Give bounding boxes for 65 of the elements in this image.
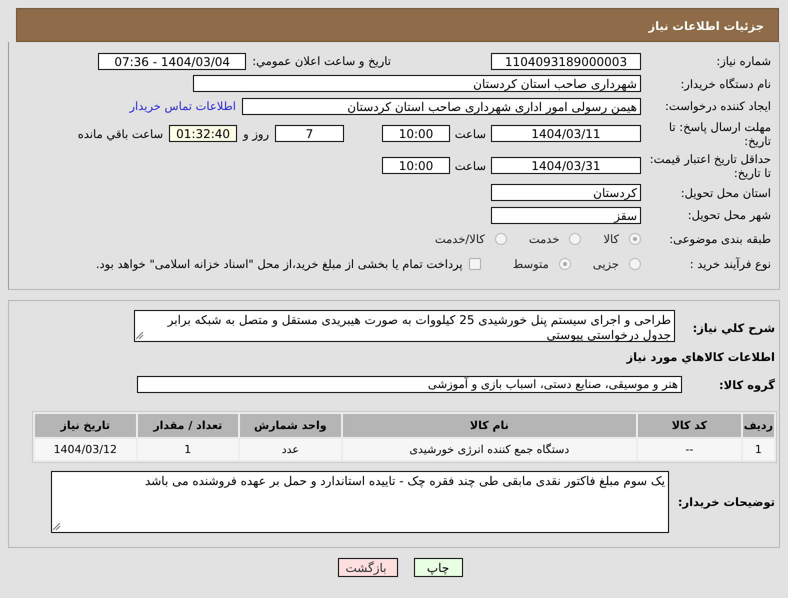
table-cell: دستگاه جمع کننده انرژی خورشیدی [342, 439, 636, 460]
field-label: استان محل تحویل: [680, 186, 771, 200]
text-field[interactable]: سقز [491, 206, 641, 224]
time-label: ساعت [454, 126, 486, 140]
text-field[interactable]: هیمن رسولی امور اداری شهرداری صاحب استان کردستان [242, 98, 641, 115]
column-header: تاریخ نیاز [35, 414, 136, 437]
text-area[interactable]: طراحی و اجرای سیستم پنل خورشیدی 25 کیلووات به صورت هیبریدی مستقل و متصل به شبکه برابر جدول درخواستی پیوستی [134, 310, 675, 342]
radio-button[interactable] [569, 233, 582, 245]
text-field[interactable]: 1104093189000003 [491, 52, 641, 70]
option-label: کالا [603, 232, 619, 246]
field-label: حداقل تاریخ اعتبار قیمت: تا تاریخ: [648, 152, 771, 180]
option-label: خدمت [528, 232, 560, 246]
option-label: جزیی [592, 257, 619, 271]
field-label: شرح کلي نیاز: [692, 320, 776, 335]
text-area[interactable]: یک سوم مبلغ فاکتور نقدی مابقی طی چند فقره چک - تاییده استاندارد و حمل بر عهده فروشنده می باشد [51, 471, 669, 533]
radio-button[interactable] [494, 233, 507, 245]
time-label: ساعت [454, 158, 486, 172]
text-area-text: یک سوم مبلغ فاکتور نقدی مابقی طی چند فقره چک - تاییده استاندارد و حمل بر عهده فروشنده می باشد [144, 474, 665, 488]
column-header: ردیف [742, 414, 774, 437]
field-label: شهر محل تحویل: [686, 208, 771, 222]
print-button[interactable]: چاپ [414, 558, 462, 577]
field-label: گروه کالا: [718, 378, 776, 392]
column-header: واحد شمارش [240, 414, 341, 437]
field-label: نوع فرآیند خرید : [688, 257, 771, 271]
radio-button[interactable] [629, 233, 641, 245]
field-label: تاریخ و ساعت اعلان عمومي: [252, 54, 391, 68]
days-label: روز و [243, 126, 269, 140]
field-label: نام دستگاه خریدار: [679, 76, 771, 91]
contact-link[interactable]: اطلاعات تماس خریدار [129, 99, 236, 114]
field-label: توضیحات خریدار: [676, 494, 776, 509]
text-field[interactable]: 01:32:40 [169, 125, 238, 142]
text-field[interactable]: هنر و موسیقی، صنایع دستی، اسباب بازی و آموزشی [137, 376, 682, 393]
back-button[interactable]: بازگشت [338, 558, 398, 577]
payment-note: پرداخت تمام یا بخشی از مبلغ خرید،از محل "اسناد خزانه اسلامی" خواهد بود. [96, 257, 463, 271]
checkbox[interactable] [468, 258, 481, 270]
radio-button[interactable] [629, 258, 641, 270]
option-label: کالا/خدمت [434, 232, 485, 246]
option-label: متوسط [512, 257, 549, 271]
text-field[interactable]: شهرداری صاحب استان کردستان [193, 75, 641, 92]
radio-button[interactable] [558, 258, 571, 270]
resize-grip-icon[interactable] [136, 332, 144, 340]
resize-grip-icon[interactable] [53, 523, 61, 531]
text-field[interactable]: 10:00 [382, 125, 450, 142]
text-field[interactable]: 10:00 [382, 157, 450, 174]
column-header: تعداد / مقدار [138, 414, 238, 437]
field-label: طبقه بندی موضوعی: [668, 232, 771, 246]
table-cell: 1 [742, 439, 774, 460]
remaining-label: ساعت باقي مانده [78, 126, 164, 140]
section-heading: اطلاعات کالاهاي مورد نیاز [625, 350, 775, 366]
field-label: شماره نیاز: [715, 54, 771, 68]
text-field[interactable]: 7 [275, 125, 344, 142]
table-cell: -- [638, 439, 741, 460]
text-field[interactable]: کردستان [491, 184, 641, 202]
table-cell: 1404/03/12 [35, 439, 136, 460]
table-cell: عدد [240, 439, 341, 460]
field-label: مهلت ارسال پاسخ: تا تاریخ: [668, 120, 771, 148]
field-label: ایجاد کننده درخواست: [664, 99, 771, 114]
column-header: کد کالا [638, 414, 741, 437]
text-field[interactable]: 1404/03/11 [491, 125, 641, 142]
table-cell: 1 [138, 439, 238, 460]
text-field[interactable]: 1404/03/04 - 07:36 [98, 52, 246, 70]
page-header: جزئیات اطلاعات نیاز [16, 8, 779, 42]
column-header: نام کالا [342, 414, 636, 437]
text-area-text: طراحی و اجرای سیستم پنل خورشیدی 25 کیلووات به صورت هیبریدی مستقل و متصل به شبکه برابر جدول درخواستی پیوستی [168, 313, 671, 342]
text-field[interactable]: 1404/03/31 [491, 157, 641, 174]
